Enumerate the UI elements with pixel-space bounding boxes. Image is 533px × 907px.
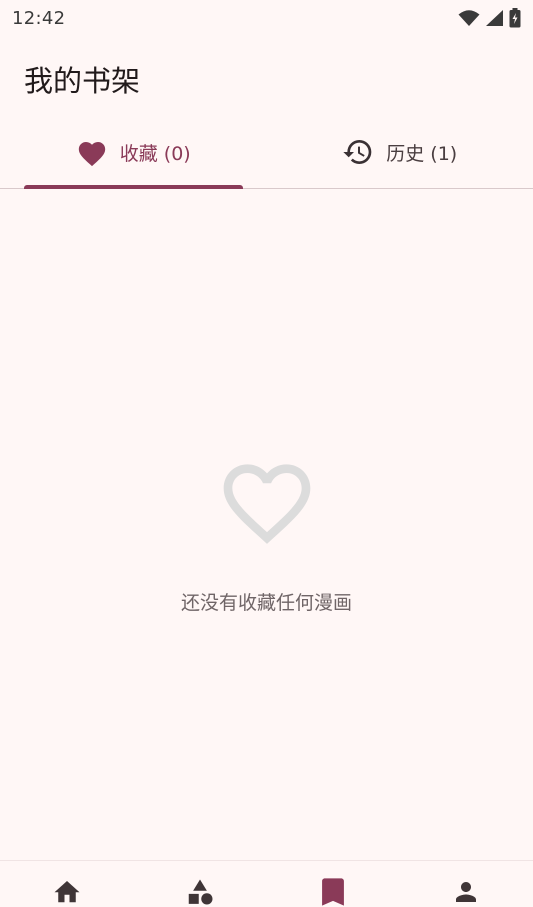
tab-history[interactable]: 历史 (1) — [267, 118, 533, 188]
category-shapes-icon — [188, 879, 213, 905]
bottom-navigation — [0, 860, 533, 907]
empty-state: 还没有收藏任何漫画 — [0, 450, 533, 615]
person-icon — [456, 882, 477, 902]
bookmark-icon — [322, 878, 345, 906]
tab-history-label: 历史 (1) — [386, 142, 458, 165]
cellular-signal-icon — [486, 10, 503, 26]
status-time: 12:42 — [12, 7, 66, 29]
nav-categories[interactable] — [133, 861, 266, 907]
tab-favorites-label: 收藏 (0) — [119, 142, 191, 165]
nav-profile[interactable] — [400, 861, 533, 907]
empty-state-message: 还没有收藏任何漫画 — [180, 592, 352, 614]
wifi-icon — [458, 10, 480, 26]
active-tab-indicator — [24, 185, 243, 189]
nav-bookshelf[interactable] — [267, 861, 400, 907]
tab-favorites[interactable]: 收藏 (0) — [0, 118, 267, 189]
nav-home[interactable] — [0, 861, 133, 907]
status-bar: 12:42 — [0, 0, 533, 36]
heart-icon — [78, 141, 105, 166]
tab-bar: 收藏 (0) 历史 (1) — [0, 118, 533, 189]
battery-charging-icon — [509, 8, 521, 28]
home-icon — [54, 881, 80, 903]
status-icons — [458, 8, 521, 28]
history-icon — [343, 140, 372, 165]
page-title: 我的书架 — [24, 64, 141, 98]
heart-outline-icon — [223, 464, 310, 544]
